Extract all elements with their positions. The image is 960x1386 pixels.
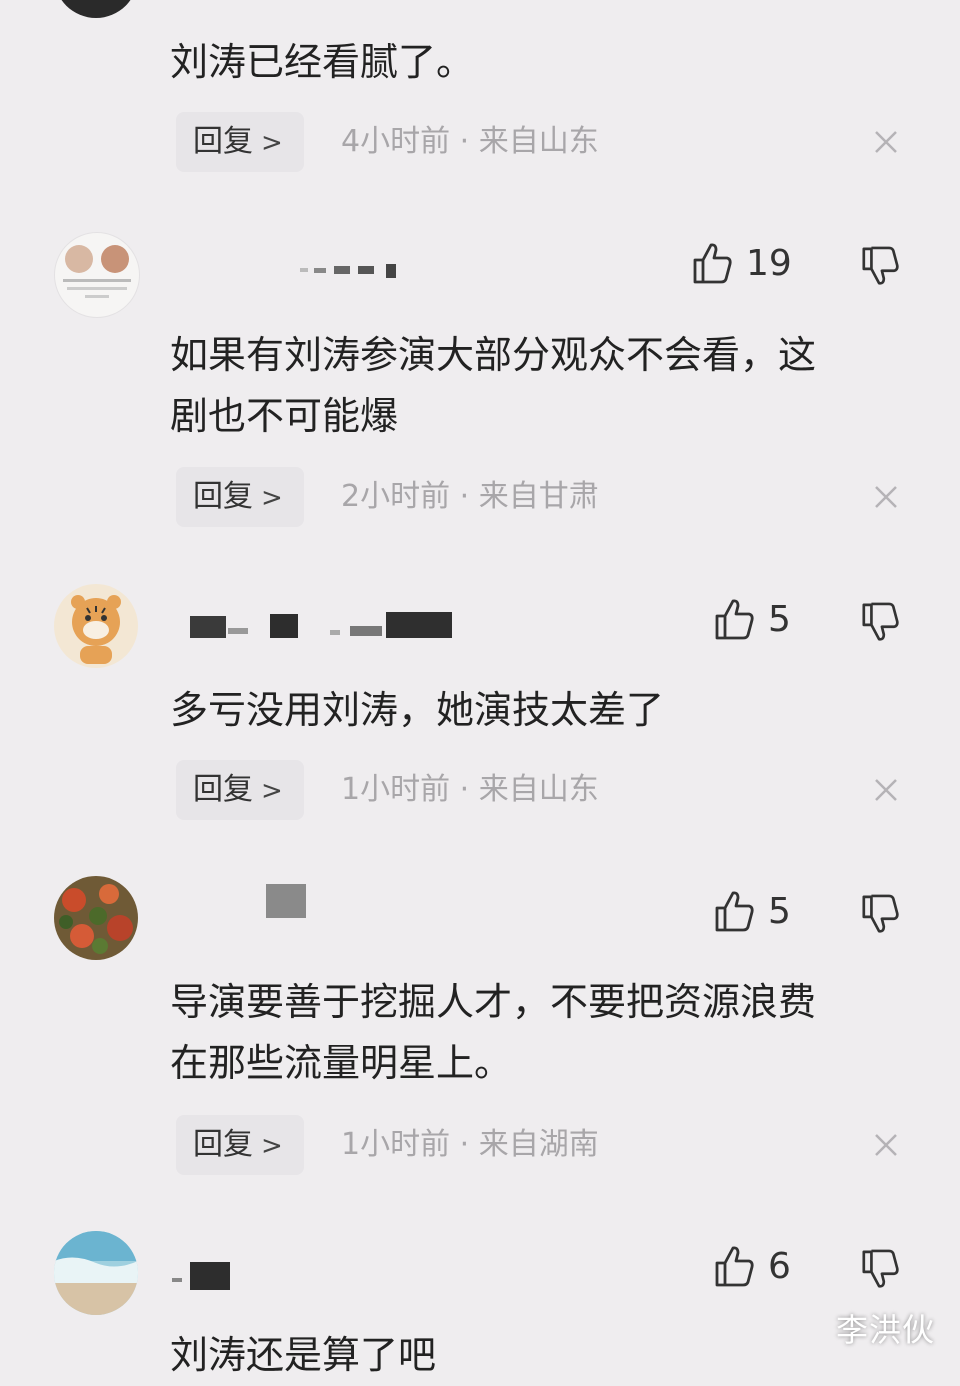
like-count: 6 <box>768 1246 791 1287</box>
username-blurred[interactable] <box>172 1262 232 1290</box>
reply-button[interactable]: 回复 > <box>176 1115 304 1175</box>
comment-text: 多亏没用刘涛，她演技太差了 <box>170 688 665 732</box>
comment-text-line: 如果有刘涛参演大部分观众不会看，这 <box>170 333 817 377</box>
comment-text: 刘涛还是算了吧 <box>170 1333 437 1377</box>
comment-text-line: 导演要善于挖掘人才，不要把资源浪费 <box>170 980 817 1024</box>
comment-meta-row: 回复 > 2小时前 · 来自甘肃 <box>176 467 916 527</box>
comment-text: 导演要善于挖掘人才，不要把资源浪费 在那些流量明星上。 <box>170 972 910 1094</box>
comment-meta: 1小时前 · 来自湖南 <box>341 1127 599 1162</box>
avatar[interactable] <box>54 1231 138 1315</box>
thumbs-up-icon <box>715 891 754 932</box>
comment-meta: 4小时前 · 来自山东 <box>341 124 599 159</box>
thumbs-down-icon[interactable] <box>860 1249 900 1289</box>
username-blurred[interactable] <box>190 610 460 640</box>
username-blurred[interactable] <box>300 258 410 280</box>
chevron-right-icon: > <box>261 1131 283 1161</box>
comment-meta: 1小时前 · 来自山东 <box>341 772 599 807</box>
like-count: 5 <box>768 599 791 640</box>
avatar[interactable] <box>54 0 138 18</box>
thumbs-down-icon[interactable] <box>860 246 900 286</box>
avatar[interactable] <box>54 584 138 668</box>
close-icon[interactable] <box>870 774 902 806</box>
thumbs-up-icon <box>715 1246 754 1287</box>
comment-meta: 2小时前 · 来自甘肃 <box>341 479 599 514</box>
chevron-right-icon: > <box>261 483 283 513</box>
close-icon[interactable] <box>870 126 902 158</box>
reply-button[interactable]: 回复 > <box>176 760 304 820</box>
chevron-right-icon: > <box>261 128 283 158</box>
comment-meta-row: 回复 > 1小时前 · 来自山东 <box>176 760 916 820</box>
thumbs-down-icon[interactable] <box>860 894 900 934</box>
comment-text: 刘涛已经看腻了。 <box>170 40 475 84</box>
avatar[interactable] <box>54 876 138 960</box>
chevron-right-icon: > <box>261 776 283 806</box>
comment-text-line: 剧也不可能爆 <box>170 394 399 438</box>
close-icon[interactable] <box>870 1129 902 1161</box>
watermark: 李洪伙 <box>836 1311 936 1349</box>
reply-button[interactable]: 回复 > <box>176 467 304 527</box>
comment-text: 如果有刘涛参演大部分观众不会看，这 剧也不可能爆 <box>170 325 910 447</box>
like-count: 19 <box>746 243 792 284</box>
reply-button[interactable]: 回复 > <box>176 112 304 172</box>
comment-text-line: 在那些流量明星上。 <box>170 1041 513 1085</box>
like-count: 5 <box>768 891 791 932</box>
thumbs-up-icon <box>693 243 732 284</box>
comment-meta-row: 回复 > 4小时前 · 来自山东 <box>176 112 916 172</box>
username-blurred[interactable] <box>266 884 306 918</box>
close-icon[interactable] <box>870 481 902 513</box>
thumbs-up-icon <box>715 599 754 640</box>
comment-meta-row: 回复 > 1小时前 · 来自湖南 <box>176 1115 916 1175</box>
avatar[interactable] <box>54 232 140 318</box>
thumbs-down-icon[interactable] <box>860 602 900 642</box>
